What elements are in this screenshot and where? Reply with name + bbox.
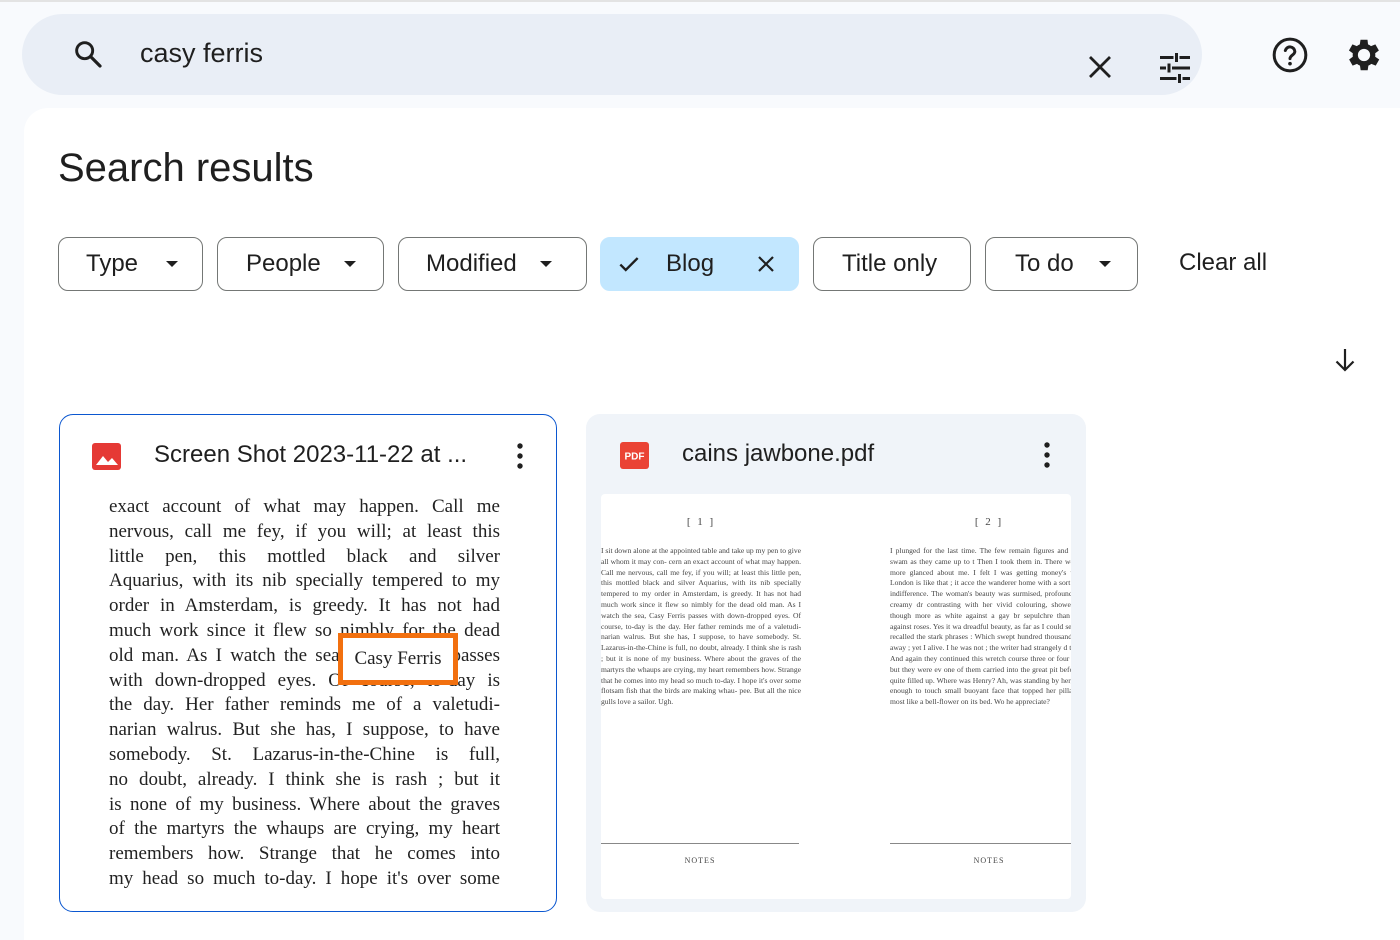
top-border: [0, 0, 1400, 2]
page-footer: NOTES: [973, 856, 1005, 865]
file-preview: exact account of what may happen. Call m…: [73, 495, 544, 900]
close-icon[interactable]: [1085, 52, 1115, 87]
clear-all-button[interactable]: Clear all: [1179, 249, 1267, 277]
more-vert-icon[interactable]: [515, 442, 525, 475]
filter-chip-modified[interactable]: Modified: [398, 237, 587, 291]
page-number: [ 1 ]: [686, 516, 716, 528]
preview-line: my head so much to-day. I hope it's over…: [109, 867, 500, 889]
filter-chip-label: Modified: [426, 250, 517, 277]
divider: [890, 843, 1071, 844]
preview-line: somebody. St. Lazarus-in-the-Chine is fu…: [109, 743, 500, 765]
pdf-file-icon: PDF: [620, 442, 649, 469]
dropdown-caret-icon: [343, 261, 356, 267]
filter-chip-label: People: [246, 250, 321, 277]
filter-chip-title-only[interactable]: Title only: [813, 237, 971, 291]
more-vert-icon[interactable]: [1042, 441, 1052, 474]
search-highlight: Casy Ferris: [338, 633, 458, 685]
pdf-page-2: [ 2 ] I plunged for the last time. The f…: [890, 494, 1071, 899]
preview-line: little pen, this mottled black and silve…: [109, 545, 500, 567]
filter-chip-label: Title only: [842, 250, 938, 277]
dropdown-caret-icon: [539, 261, 552, 267]
preview-line: remembers how. Strange that he comes int…: [109, 843, 500, 865]
search-icon[interactable]: [72, 38, 104, 75]
check-icon: [619, 257, 639, 272]
filter-chip-people[interactable]: People: [217, 237, 384, 291]
tune-icon[interactable]: [1157, 50, 1193, 91]
page-text: I sit down alone at the appointed table …: [601, 546, 801, 707]
help-icon[interactable]: [1270, 35, 1310, 80]
search-input[interactable]: casy ferris: [140, 38, 263, 69]
page-number: [ 2 ]: [974, 516, 1004, 528]
preview-line: of the martyrs the whaups are crying, my…: [109, 818, 500, 840]
page-text: I plunged for the last time. The few rem…: [890, 546, 1071, 707]
gear-icon[interactable]: [1343, 34, 1385, 81]
dropdown-caret-icon: [1098, 261, 1111, 267]
pdf-badge-text: PDF: [625, 452, 645, 463]
preview-text: exact account of what may happen. Call m…: [109, 495, 500, 892]
image-file-icon: [92, 443, 121, 470]
divider: [601, 843, 799, 844]
filter-chip-to-do[interactable]: To do: [985, 237, 1138, 291]
preview-line: narian walrus. But she has, I suppose, t…: [109, 719, 500, 741]
remove-filter-icon[interactable]: [754, 252, 778, 276]
file-preview: [ 1 ] I sit down alone at the appointed …: [601, 494, 1071, 899]
dropdown-caret-icon: [166, 261, 179, 267]
file-name: cains jawbone.pdf: [682, 440, 875, 467]
pdf-page-1: [ 1 ] I sit down alone at the appointed …: [601, 494, 801, 899]
preview-line: Aquarius, with its nib specially tempere…: [109, 570, 500, 592]
arrow-down-icon[interactable]: [1333, 346, 1357, 379]
file-card-pdf[interactable]: PDF cains jawbone.pdf [ 1 ] I sit down a…: [586, 414, 1086, 912]
preview-line: no doubt, already. I think she is rash ;…: [109, 768, 500, 790]
preview-line: is none of my business. Where about the …: [109, 793, 500, 815]
filter-chip-blog[interactable]: Blog: [600, 237, 799, 291]
preview-line: exact account of what may happen. Call m…: [109, 496, 500, 517]
filter-chip-label: Blog: [666, 250, 715, 277]
filter-chip-label: To do: [1015, 250, 1074, 277]
page-title: Search results: [58, 146, 314, 190]
file-name: Screen Shot 2023-11-22 at ...: [154, 441, 468, 468]
filter-chip-type[interactable]: Type: [58, 237, 203, 291]
search-bar[interactable]: casy ferris: [22, 14, 1202, 95]
file-card-screenshot[interactable]: Screen Shot 2023-11-22 at ... exact acco…: [59, 414, 557, 912]
preview-line: the day. Her father reminds me of a vale…: [109, 694, 500, 716]
preview-line: order in Amsterdam, is greedy. It has no…: [109, 595, 500, 617]
preview-line: nervous, call me fey, if you will; at le…: [109, 520, 500, 542]
page-footer: NOTES: [684, 856, 716, 865]
filter-chip-label: Type: [86, 250, 139, 277]
